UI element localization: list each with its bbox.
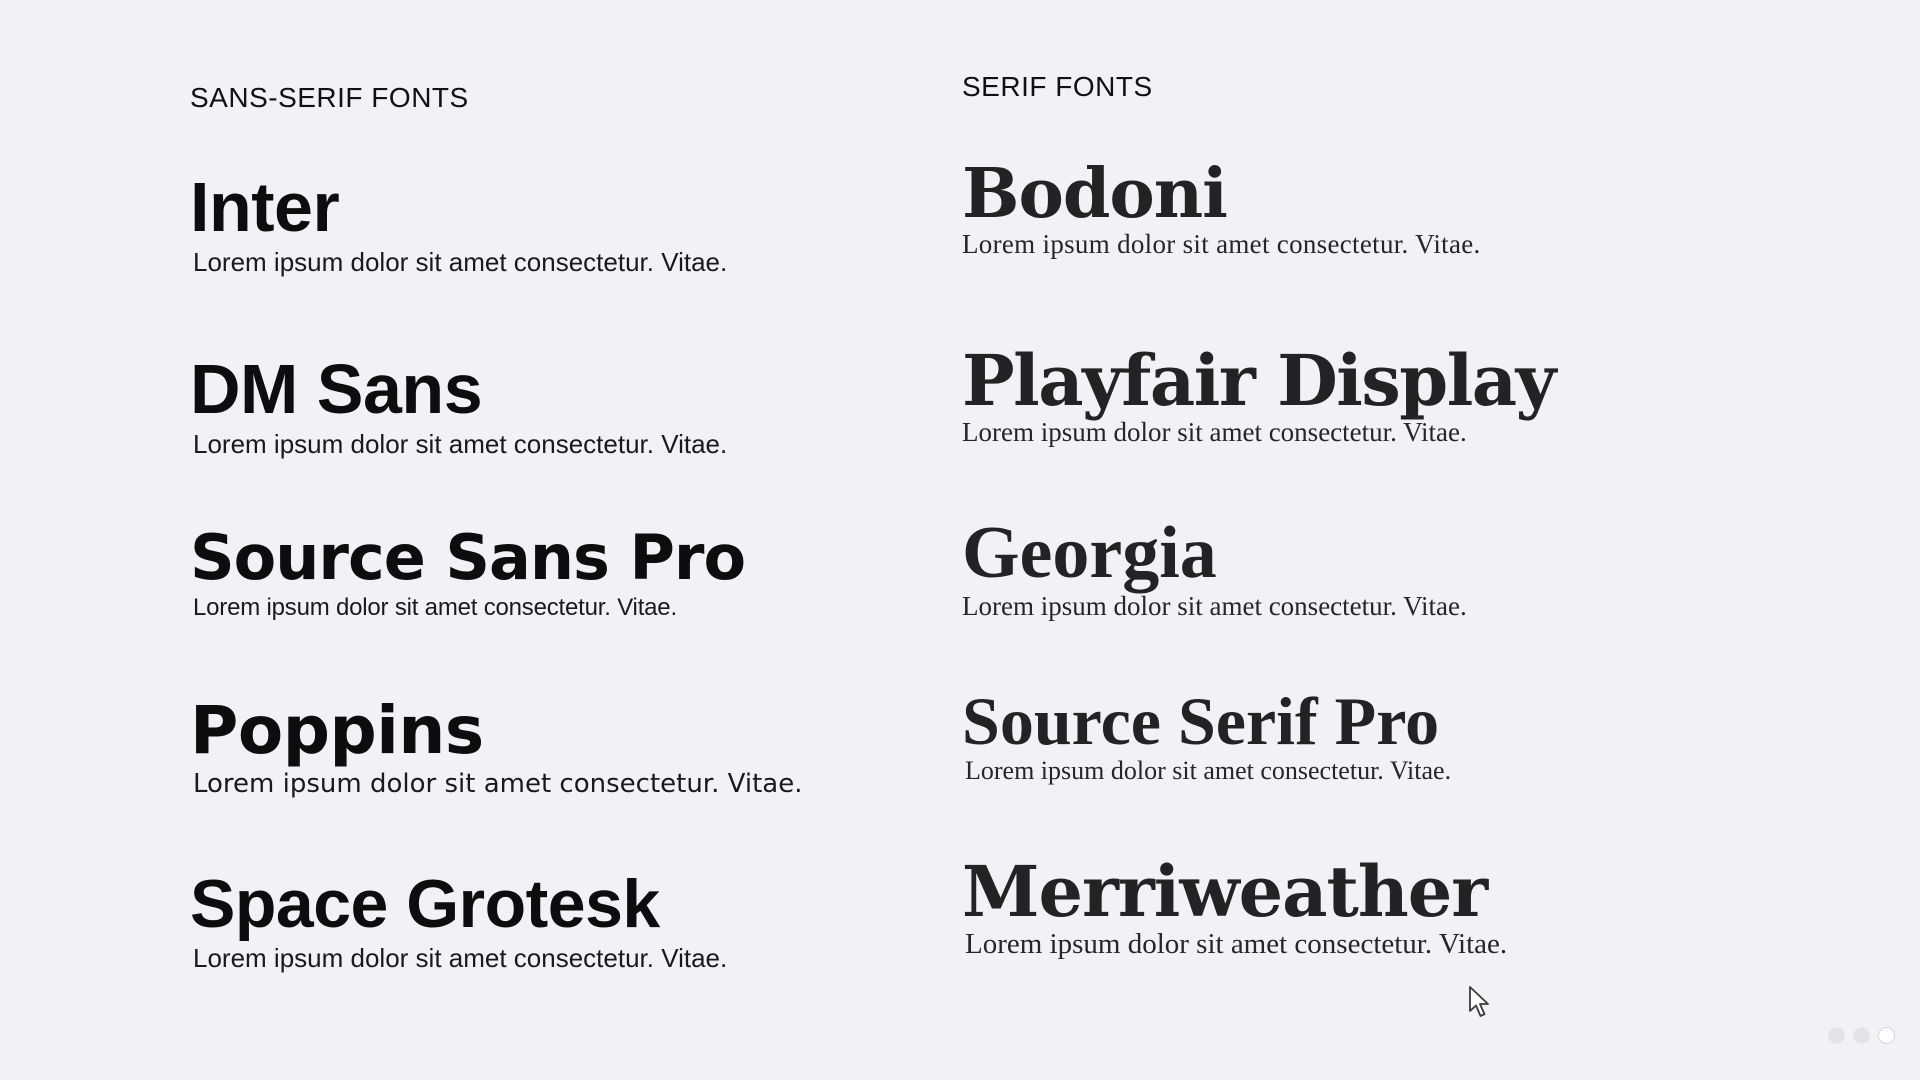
font-entry-merriweather: Merriweather Lorem ipsum dolor sit amet …: [962, 857, 1507, 961]
font-sample-text: Lorem ipsum dolor sit amet consectetur. …: [962, 417, 1467, 447]
slide-pagination: [1828, 1027, 1895, 1044]
font-name: DM Sans: [190, 350, 483, 428]
font-entry-space-grotesk: Space Grotesk Lorem ipsum dolor sit amet…: [190, 870, 727, 973]
pagination-dot[interactable]: [1853, 1027, 1870, 1044]
font-name: Bodoni: [962, 154, 1228, 234]
font-entry-source-sans-pro: Source Sans Pro Lorem ipsum dolor sit am…: [190, 521, 746, 621]
font-sample-text: Lorem ipsum dolor sit amet consectetur. …: [193, 943, 728, 973]
font-name: Poppins: [190, 692, 484, 769]
font-entry-georgia: Georgia Lorem ipsum dolor sit amet conse…: [962, 516, 1467, 622]
font-entry-poppins: Poppins Lorem ipsum dolor sit amet conse…: [190, 698, 802, 799]
font-sample-text: Lorem ipsum dolor sit amet consectetur. …: [962, 229, 1481, 259]
serif-heading: SERIF FONTS: [962, 71, 1153, 102]
font-name: Space Grotesk: [190, 866, 660, 942]
font-name: Playfair Display: [962, 339, 1556, 422]
font-sample-text: Lorem ipsum dolor sit amet consectetur. …: [193, 769, 803, 799]
font-sample-text: Lorem ipsum dolor sit amet consectetur. …: [193, 594, 677, 621]
font-name: Inter: [190, 168, 340, 246]
font-sample-text: Lorem ipsum dolor sit amet consectetur. …: [193, 429, 728, 459]
font-sample-text: Lorem ipsum dolor sit amet consectetur. …: [962, 591, 1467, 621]
font-sample-text: Lorem ipsum dolor sit amet consectetur. …: [965, 928, 1508, 960]
font-entry-bodoni: Bodoni Lorem ipsum dolor sit amet consec…: [962, 160, 1481, 260]
pagination-dot-active[interactable]: [1878, 1027, 1895, 1044]
pagination-dot[interactable]: [1828, 1027, 1845, 1044]
font-entry-source-serif-pro: Source Serif Pro Lorem ipsum dolor sit a…: [962, 687, 1451, 786]
font-name: Source Serif Pro: [962, 683, 1440, 759]
font-entry-inter: Inter Lorem ipsum dolor sit amet consect…: [190, 172, 727, 277]
sans-serif-heading: SANS-SERIF FONTS: [190, 82, 469, 113]
font-name: Source Sans Pro: [190, 521, 746, 594]
font-name: Merriweather: [962, 850, 1488, 933]
font-entry-dm-sans: DM Sans Lorem ipsum dolor sit amet conse…: [190, 354, 727, 459]
font-sample-text: Lorem ipsum dolor sit amet consectetur. …: [965, 756, 1452, 785]
font-name: Georgia: [962, 512, 1217, 594]
font-entry-playfair-display: Playfair Display Lorem ipsum dolor sit a…: [962, 339, 1556, 448]
pointer-arrow-icon: [1469, 986, 1489, 1017]
font-sample-text: Lorem ipsum dolor sit amet consectetur. …: [193, 247, 728, 277]
